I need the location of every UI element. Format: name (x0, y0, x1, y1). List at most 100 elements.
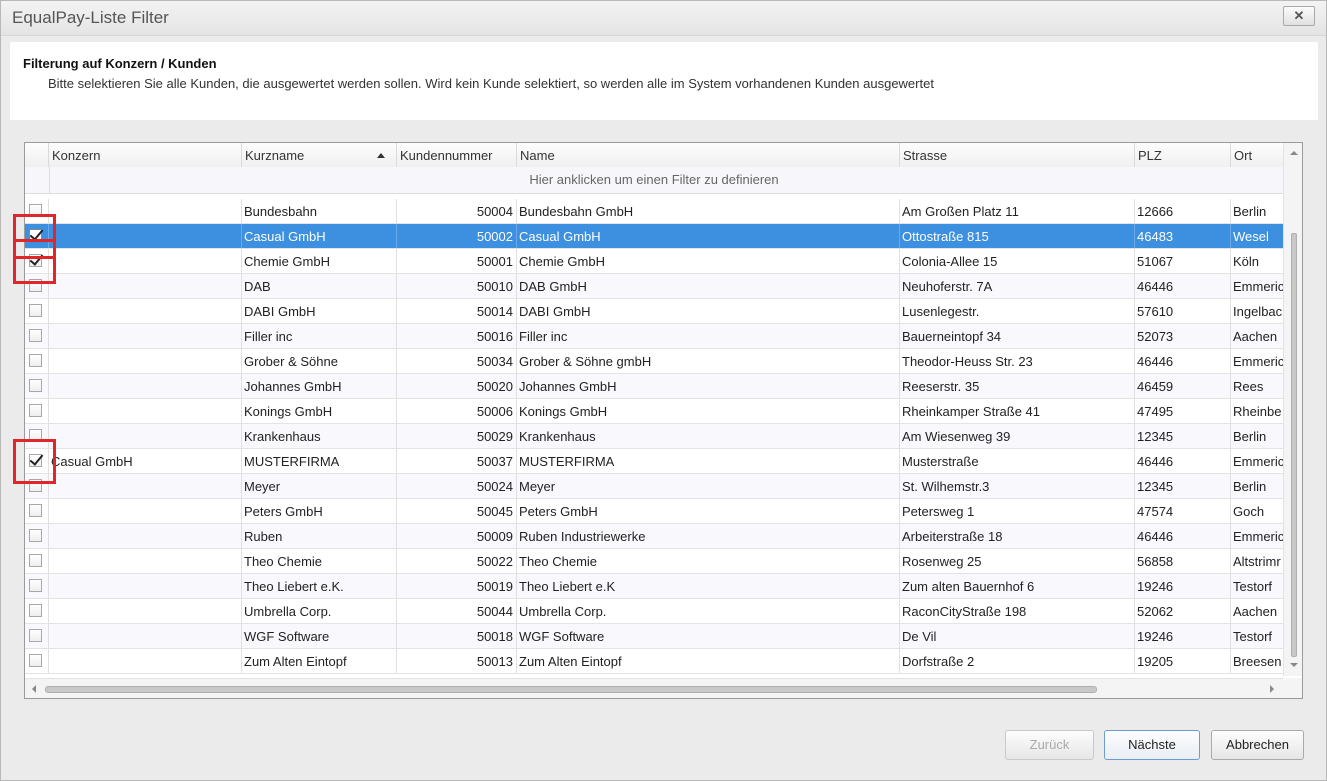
table-row[interactable]: Bundesbahn 50004 Bundesbahn GmbH Am Großen … (25, 199, 1283, 224)
horizontal-scrollbar[interactable] (25, 678, 1283, 698)
filter-row[interactable]: Hier anklicken um einen Filter zu defini… (25, 167, 1283, 194)
cell-konzern: Casual GmbH (49, 449, 242, 473)
row-check-cell (25, 499, 49, 523)
cell-konzern (49, 574, 242, 598)
cell-plz: 12666 (1135, 199, 1231, 223)
cell-konzern (49, 224, 242, 248)
table-row[interactable]: WGF Software 50018 WGF Software De Vil 19246… (25, 624, 1283, 649)
vertical-scroll-thumb[interactable] (1291, 233, 1297, 657)
row-check-cell (25, 374, 49, 398)
cell-kundennummer: 50022 (397, 549, 517, 573)
row-check-cell (25, 599, 49, 623)
table-row[interactable]: Konings GmbH 50006 Konings GmbH Rheinkamper… (25, 399, 1283, 424)
cell-plz: 47574 (1135, 499, 1231, 523)
column-header-ort[interactable]: Ort (1231, 143, 1283, 167)
cell-plz: 52062 (1135, 599, 1231, 623)
cell-plz: 46446 (1135, 349, 1231, 373)
cell-strasse: Ottostraße 815 (900, 224, 1135, 248)
table-row[interactable]: Casual GmbH 50002 Casual GmbH Ottostraße 81… (25, 224, 1283, 249)
cell-name: Zum Alten Eintopf (517, 649, 900, 673)
cell-kundennummer: 50004 (397, 199, 517, 223)
vertical-scrollbar[interactable] (1283, 143, 1302, 676)
cell-strasse: Bauerneintopf 34 (900, 324, 1135, 348)
scroll-down-icon[interactable] (1290, 663, 1298, 667)
row-checkbox[interactable] (29, 604, 42, 617)
row-checkbox[interactable] (29, 579, 42, 592)
table-row[interactable]: Casual GmbH MUSTERFIRMA 50037 MUSTERFIRMA Mu… (25, 449, 1283, 474)
column-header-name[interactable]: Name (517, 143, 900, 167)
row-checkbox[interactable] (29, 554, 42, 567)
table-row[interactable]: Grober & Söhne 50034 Grober & Söhne gmbH Th… (25, 349, 1283, 374)
cancel-button[interactable]: Abbrechen (1211, 730, 1304, 760)
scroll-up-icon[interactable] (1290, 151, 1298, 155)
cell-plz: 56858 (1135, 549, 1231, 573)
column-header-konzern[interactable]: Konzern (49, 143, 242, 167)
column-header-plz[interactable]: PLZ (1135, 143, 1231, 167)
column-header-kurzname[interactable]: Kurzname (242, 143, 397, 167)
table-row[interactable]: Theo Liebert e.K. 50019 Theo Liebert e.K Zu… (25, 574, 1283, 599)
cell-ort: Testorf (1233, 629, 1273, 644)
column-header-strasse[interactable]: Strasse (900, 143, 1135, 167)
table-row[interactable]: DAB 50010 DAB GmbH Neuhoferstr. 7A 46446 Emme… (25, 274, 1283, 299)
cell-kurzname: Filler inc (242, 324, 397, 348)
cell-kundennummer: 50019 (397, 574, 517, 598)
cell-kurzname: MUSTERFIRMA (242, 449, 397, 473)
cell-strasse: Lusenlegestr. (900, 299, 1135, 323)
row-checkbox[interactable] (29, 304, 42, 317)
cell-name: DABI GmbH (517, 299, 900, 323)
row-checkbox[interactable] (29, 329, 42, 342)
cell-ort: Emmeric (1233, 354, 1283, 369)
cell-kurzname: Zum Alten Eintopf (242, 649, 397, 673)
table-row[interactable]: Krankenhaus 50029 Krankenhaus Am Wiesenweg … (25, 424, 1283, 449)
table-row[interactable]: DABI GmbH 50014 DABI GmbH Lusenlegestr. 5761… (25, 299, 1283, 324)
cell-strasse: Rheinkamper Straße 41 (900, 399, 1135, 423)
table-row[interactable]: Johannes GmbH 50020 Johannes GmbH Reeserstr… (25, 374, 1283, 399)
cell-konzern (49, 349, 242, 373)
grid-header: Konzern Kurzname Kundennummer Name Stras… (25, 143, 1283, 168)
cell-konzern (49, 249, 242, 273)
table-row[interactable]: Theo Chemie 50022 Theo Chemie Rosenweg 25 56… (25, 549, 1283, 574)
row-check-cell (25, 324, 49, 348)
cell-plz: 46446 (1135, 524, 1231, 548)
row-check-cell (25, 349, 49, 373)
next-button[interactable]: Nächste (1104, 730, 1200, 760)
row-checkbox[interactable] (29, 504, 42, 517)
table-row[interactable]: Umbrella Corp. 50044 Umbrella Corp. RaconCi… (25, 599, 1283, 624)
table-row[interactable]: Peters GmbH 50045 Peters GmbH Petersweg 1 47… (25, 499, 1283, 524)
scroll-left-icon[interactable] (32, 685, 36, 693)
cell-konzern (49, 424, 242, 448)
horizontal-scroll-thumb[interactable] (45, 686, 1097, 693)
row-checkbox[interactable] (29, 629, 42, 642)
cell-ort: Emmeric (1233, 279, 1283, 294)
row-checkbox[interactable] (29, 654, 42, 667)
row-checkbox[interactable] (29, 379, 42, 392)
table-row[interactable]: Zum Alten Eintopf 50013 Zum Alten Eintopf D… (25, 649, 1283, 674)
row-checkbox[interactable] (29, 354, 42, 367)
dialog-window: EqualPay-Liste Filter ✕ Filterung auf Ko… (0, 0, 1327, 781)
table-row[interactable]: Chemie GmbH 50001 Chemie GmbH Colonia-Allee… (25, 249, 1283, 274)
filter-row-check-cell (25, 167, 50, 193)
filter-hint: Hier anklicken um einen Filter zu defini… (529, 172, 779, 187)
table-row[interactable]: Meyer 50024 Meyer St. Wilhemstr.3 12345 Berli… (25, 474, 1283, 499)
cell-kurzname: Casual GmbH (242, 224, 397, 248)
cell-name: Johannes GmbH (517, 374, 900, 398)
cell-kurzname: Chemie GmbH (242, 249, 397, 273)
cell-strasse: Petersweg 1 (900, 499, 1135, 523)
sort-ascending-icon (377, 153, 385, 158)
cell-name: Bundesbahn GmbH (517, 199, 900, 223)
cell-name: Grober & Söhne gmbH (517, 349, 900, 373)
column-header-kundennummer[interactable]: Kundennummer (397, 143, 517, 167)
cell-strasse: Rosenweg 25 (900, 549, 1135, 573)
back-button[interactable]: Zurück (1005, 730, 1094, 760)
cell-strasse: Am Wiesenweg 39 (900, 424, 1135, 448)
table-row[interactable]: Ruben 50009 Ruben Industriewerke Arbeiterst… (25, 524, 1283, 549)
row-check-cell (25, 549, 49, 573)
title-bar: EqualPay-Liste Filter ✕ (1, 1, 1326, 36)
close-button[interactable]: ✕ (1283, 6, 1315, 26)
checkbox-highlight-box (13, 439, 56, 484)
table-row[interactable]: Filler inc 50016 Filler inc Bauerneintopf 3… (25, 324, 1283, 349)
cell-ort: Aachen (1233, 604, 1278, 619)
scroll-right-icon[interactable] (1270, 685, 1274, 693)
row-checkbox[interactable] (29, 404, 42, 417)
row-checkbox[interactable] (29, 529, 42, 542)
